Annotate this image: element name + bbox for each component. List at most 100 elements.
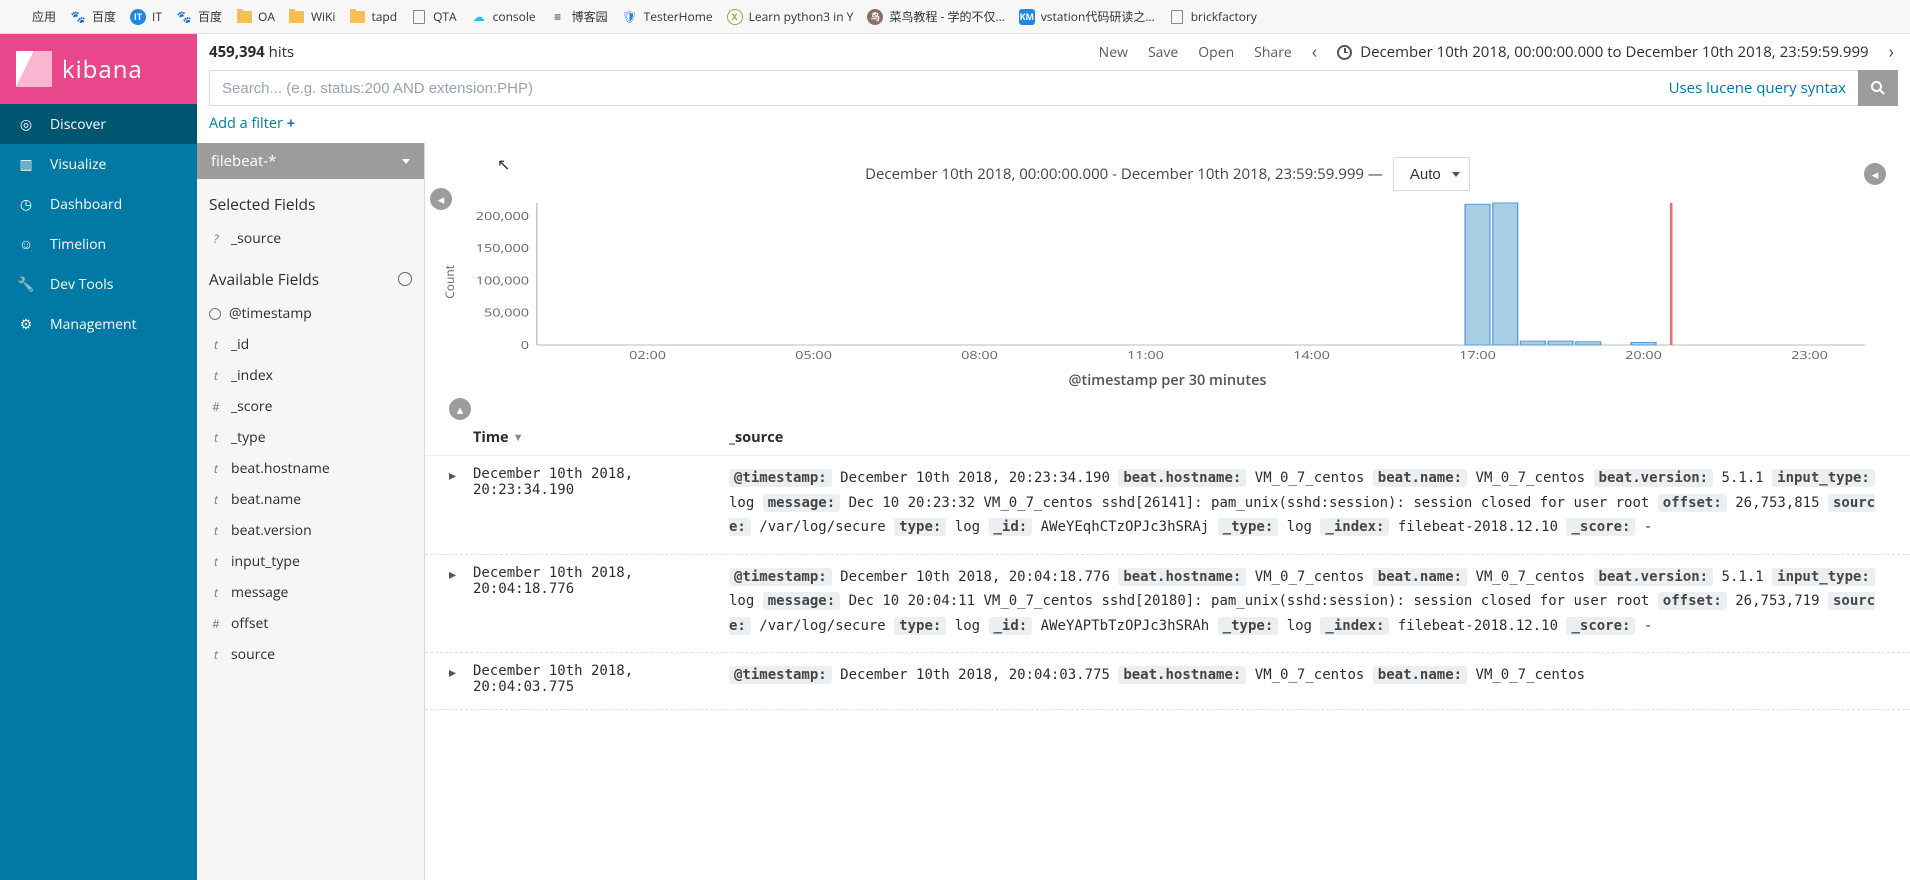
text-type-icon: t [209,429,223,446]
field-name: beat.version [231,521,312,540]
nav-discover[interactable]: ◎Discover [0,104,197,144]
index-pattern-select[interactable]: filebeat-* [197,143,424,179]
interval-select[interactable]: Auto [1393,157,1470,191]
svg-text:23:00: 23:00 [1791,347,1828,362]
svg-text:02:00: 02:00 [629,347,666,362]
bookmark-item[interactable]: XLearn python3 in Y [727,8,854,25]
field-source[interactable]: tsource [197,639,424,670]
fields-sidebar: filebeat-* Selected Fields ?_source Avai… [197,143,425,880]
field-@timestamp[interactable]: @timestamp [197,298,424,329]
time-next-icon[interactable]: › [1889,40,1894,64]
kv-key: _index: [1320,518,1389,536]
col-time[interactable]: Time▼ [473,428,729,447]
x-axis-caption: @timestamp per 30 minutes [425,367,1910,398]
collapse-sidebar-icon[interactable]: ◂ [430,188,452,210]
bookmark-item[interactable]: OA [236,8,275,25]
bookmark-label: 菜鸟教程 - 学的不仅… [889,8,1004,25]
search-row: Uses lucene query syntax [197,70,1910,114]
nav-label: Management [50,315,137,334]
bookmark-item[interactable]: tapd [349,8,397,25]
kibana-logo[interactable]: kibana [0,34,197,104]
field-beat.hostname[interactable]: tbeat.hostname [197,453,424,484]
field-beat.version[interactable]: tbeat.version [197,515,424,546]
field-input_type[interactable]: tinput_type [197,546,424,577]
field-name: source [231,645,275,664]
open-button[interactable]: Open [1198,43,1234,62]
expand-row-icon[interactable]: ▸ [449,466,473,540]
field-offset[interactable]: #offset [197,608,424,639]
field-_id[interactable]: t_id [197,329,424,360]
bookmark-item[interactable]: 鸟菜鸟教程 - 学的不仅… [867,8,1004,25]
kv-value: VM_0_7_centos [1476,667,1586,683]
kv-key: beat.name: [1373,568,1467,586]
kv-key: beat.name: [1373,469,1467,487]
field-message[interactable]: tmessage [197,577,424,608]
doc-time: December 10th 2018, 20:04:18.776 [473,565,729,639]
bookmark-label: QTA [433,8,457,25]
kv-value: December 10th 2018, 20:04:03.775 [840,667,1110,683]
bookmark-item[interactable]: ≡博客园 [550,8,608,25]
bookmark-item[interactable]: ITIT [130,8,162,25]
histogram-chart[interactable]: Count 050,000100,000150,000200,00002:000… [425,197,1910,367]
kv-key: beat.version: [1594,469,1714,487]
bookmark-label: brickfactory [1191,8,1257,25]
bookmark-item[interactable]: 🐾百度 [176,8,222,25]
fields-settings-icon[interactable] [398,272,412,286]
search-input[interactable] [209,70,1858,106]
share-button[interactable]: Share [1254,43,1292,62]
kv-value: 5.1.1 [1722,470,1764,486]
expand-row-icon[interactable]: ▸ [449,663,473,695]
svg-text:17:00: 17:00 [1459,347,1496,362]
field-_score[interactable]: #_score [197,391,424,422]
save-button[interactable]: Save [1148,43,1178,62]
nav-dashboard[interactable]: ◷Dashboard [0,184,197,224]
kv-key: _score: [1566,518,1635,536]
field-_type[interactable]: t_type [197,422,424,453]
text-type-icon: t [209,553,223,570]
kv-key: type: [894,518,946,536]
bookmark-label: Learn python3 in Y [749,8,854,25]
new-button[interactable]: New [1099,43,1128,62]
bookmark-item[interactable]: 🛡TesterHome [622,8,713,25]
main-area: 459,394 hits New Save Open Share ‹ Decem… [197,34,1910,880]
field-beat.name[interactable]: tbeat.name [197,484,424,515]
bookmark-item[interactable]: ☁console [471,8,536,25]
bookmark-item[interactable]: WiKi [289,8,336,25]
kv-value: log [955,519,980,535]
nav-visualize[interactable]: ▥Visualize [0,144,197,184]
kv-value: 26,753,719 [1735,593,1819,609]
time-range-picker[interactable]: December 10th 2018, 00:00:00.000 to Dece… [1337,42,1868,62]
field-_source[interactable]: ?_source [197,223,424,254]
legend-collapse-icon[interactable]: ◂ [1864,163,1886,185]
kv-value: log [729,593,754,609]
nav-dev-tools[interactable]: 🔧Dev Tools [0,264,197,304]
collapse-chart-icon[interactable]: ▴ [449,398,471,420]
bookmark-item[interactable]: 🐾百度 [70,8,116,25]
expand-row-icon[interactable]: ▸ [449,565,473,639]
field-_index[interactable]: t_index [197,360,424,391]
bookmark-label: 百度 [198,8,222,25]
svg-text:11:00: 11:00 [1127,347,1164,362]
field-name: offset [231,614,268,633]
kv-value: /var/log/secure [759,618,885,634]
bookmark-item[interactable]: QTA [411,8,457,25]
time-range-text: December 10th 2018, 00:00:00.000 to Dece… [1360,42,1868,62]
svg-text:08:00: 08:00 [961,347,998,362]
add-filter-link[interactable]: Add a filter + [209,114,295,133]
bookmark-item[interactable]: 应用 [10,8,56,25]
kv-value: 26,753,815 [1735,495,1819,511]
time-prev-icon[interactable]: ‹ [1312,40,1317,64]
y-axis-label: Count [441,265,458,299]
nav-timelion[interactable]: ☺Timelion [0,224,197,264]
bookmark-label: TesterHome [644,8,713,25]
bookmark-item[interactable]: KMvstation代码研读之… [1019,8,1155,25]
search-button[interactable] [1858,70,1898,106]
kv-value: log [1287,519,1312,535]
kv-value: filebeat-2018.12.10 [1398,519,1558,535]
kv-key: beat.name: [1373,666,1467,684]
selected-fields-heading: Selected Fields [197,179,424,223]
nav-management[interactable]: ⚙Management [0,304,197,344]
kv-value: Dec 10 20:23:32 VM_0_7_centos sshd[26141… [849,495,1650,511]
bookmark-label: vstation代码研读之… [1041,8,1155,25]
bookmark-item[interactable]: brickfactory [1169,8,1257,25]
